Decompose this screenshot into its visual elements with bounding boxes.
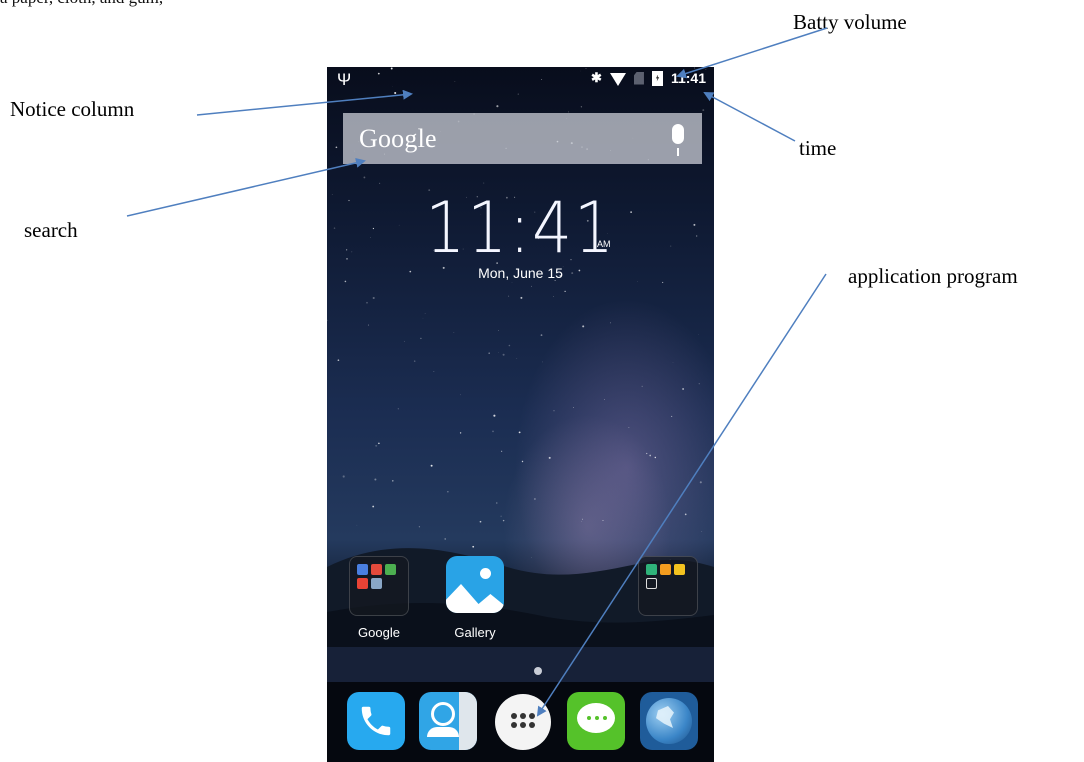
- usb-icon: Ψ: [337, 70, 352, 89]
- page-indicator[interactable]: [534, 667, 542, 675]
- google-folder-label: Google: [358, 625, 400, 640]
- folder-app-icon: [357, 578, 368, 589]
- folder-app-icon: [674, 564, 685, 575]
- app-folder[interactable]: [638, 556, 698, 616]
- phone-handset: [361, 706, 391, 736]
- bluetooth-icon: ✱: [591, 70, 602, 85]
- folder-app-icon: [371, 578, 382, 589]
- gallery-label: Gallery: [454, 625, 496, 640]
- folder-app-icon: [646, 564, 657, 575]
- app-drawer-icon[interactable]: [495, 694, 551, 750]
- message-icon[interactable]: [567, 692, 625, 750]
- folder-app-icon: [357, 564, 368, 575]
- folder-app-icon: [385, 564, 396, 575]
- gallery-hills: [446, 584, 504, 613]
- clock-date: Mon, June 15: [478, 265, 563, 281]
- annotation-battery-volume: Batty volume: [793, 10, 907, 34]
- contacts-page: [459, 692, 477, 750]
- folder-app-icon: [371, 564, 382, 575]
- google-search-bar[interactable]: Google: [343, 113, 702, 164]
- annotation-notice-column: Notice column: [10, 97, 135, 121]
- folder-app-icon: [660, 564, 671, 575]
- folder-app-icon: [646, 578, 657, 589]
- annotation-time: time: [799, 136, 837, 160]
- contacts-body: [427, 727, 459, 737]
- annotation-search: search: [24, 218, 78, 242]
- globe-icon[interactable]: [640, 692, 698, 750]
- clock-time[interactable]: 11:41: [346, 187, 694, 269]
- drawer-dots: [511, 713, 535, 728]
- gallery-sun: [480, 568, 491, 579]
- clock-ampm: AM: [597, 239, 611, 249]
- contacts-icon[interactable]: [419, 692, 477, 750]
- message-dots: [587, 716, 607, 720]
- wifi-icon: [609, 72, 626, 86]
- cropped-text-line: a paper, cloth, and gum,: [0, 0, 163, 8]
- status-bar[interactable]: Ψ ✱ 11:41: [327, 67, 714, 93]
- gallery-icon[interactable]: [446, 556, 504, 613]
- phone-icon[interactable]: [347, 692, 405, 750]
- search-bar-label: Google: [359, 123, 437, 153]
- arrow-time: [703, 92, 796, 142]
- status-time: 11:41: [670, 70, 706, 86]
- phone-screen: Ψ ✱ 11:41 Google 11:41 AM Mon, June 15 G…: [327, 67, 714, 762]
- battery-icon: [651, 70, 663, 86]
- status-icons: ✱ 11:41: [591, 70, 706, 86]
- annotation-application-program: application program: [848, 264, 1018, 288]
- google-folder[interactable]: [349, 556, 409, 616]
- mic-icon[interactable]: [672, 124, 684, 156]
- sim-icon: [633, 71, 644, 85]
- mountain-silhouette: [327, 548, 714, 762]
- contacts-person: [431, 702, 455, 726]
